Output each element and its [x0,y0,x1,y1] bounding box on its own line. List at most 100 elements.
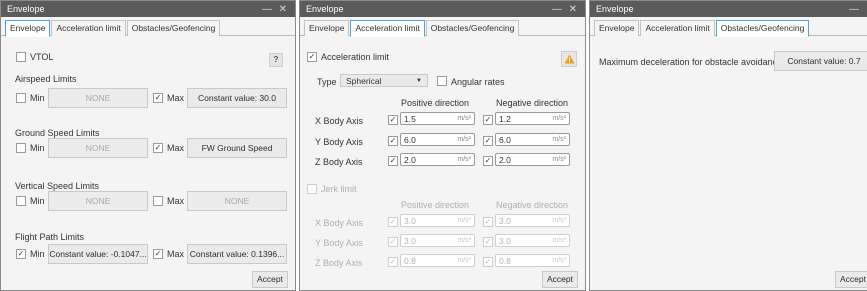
unit-label: m/s³ [457,257,471,264]
type-dropdown[interactable]: Spherical ▼ [340,74,428,87]
max-deceleration-value-button[interactable]: Constant value: 0.7 [774,51,867,71]
y-body-axis-label: Y Body Axis [315,137,363,147]
airspeed-max-label: Max [167,93,185,103]
tab-obstacles-geofencing[interactable]: Obstacles/Geofencing [425,20,520,36]
z-pos-input[interactable]: 2.0 m/s² [400,153,475,166]
warning-icon [564,54,574,64]
vertical-speed-min-value-button[interactable]: NONE [48,191,148,211]
y-pos-input[interactable]: 6.0 m/s² [400,133,475,146]
z-pos-value: 2.0 [404,154,416,165]
jerk-y-pos-value: 3.0 [404,235,416,246]
z-neg-input[interactable]: 2.0 m/s² [495,153,570,166]
airspeed-min-value-button[interactable]: NONE [48,88,148,108]
flight-path-min-value-button[interactable]: Constant value: -0.1047... [48,244,148,264]
airspeed-max-checkbox[interactable]: ✓ [153,93,163,103]
acceleration-limit-checkbox[interactable]: ✓ [307,52,317,62]
ground-speed-max-checkbox[interactable]: ✓ [153,143,163,153]
jerk-z-pos-input[interactable]: 0.8 m/s³ [400,254,475,267]
z-pos-checkbox[interactable]: ✓ [388,156,398,166]
jerk-z-neg-input[interactable]: 0.8 m/s³ [495,254,570,267]
positive-direction-header: Positive direction [401,98,470,108]
jerk-y-neg-input[interactable]: 3.0 m/s³ [495,234,570,247]
check-icon: ✓ [154,93,162,102]
accept-button[interactable]: Accept [542,271,578,288]
vertical-speed-limits-title: Vertical Speed Limits [15,181,100,191]
window-controls[interactable]: — ✕ [262,4,289,15]
unit-label: m/s² [552,156,566,163]
tab-acceleration-limit[interactable]: Acceleration limit [350,20,425,37]
tab-acceleration-limit[interactable]: Acceleration limit [640,20,715,36]
chevron-down-icon: ▼ [416,77,422,84]
jerk-z-neg-checkbox[interactable]: ✓ [483,257,493,267]
jerk-y-neg-checkbox[interactable]: ✓ [483,237,493,247]
unit-label: m/s³ [552,217,566,224]
ground-speed-max-value-button[interactable]: FW Ground Speed [187,138,287,158]
airspeed-max-value-button[interactable]: Constant value: 30.0 [187,88,287,108]
unit-label: m/s³ [457,237,471,244]
flight-path-min-checkbox[interactable]: ✓ [16,249,26,259]
jerk-x-pos-checkbox[interactable]: ✓ [388,217,398,227]
airspeed-min-label: Min [30,93,45,103]
title-bar: Envelope — ✕ [300,1,585,17]
vtol-label: VTOL [30,52,54,62]
window-controls[interactable]: — [849,4,861,15]
jerk-x-neg-checkbox[interactable]: ✓ [483,217,493,227]
envelope-window: Envelope — ✕ Envelope Acceleration limit… [0,0,296,291]
x-neg-checkbox[interactable]: ✓ [483,115,493,125]
flight-path-min-label: Min [30,249,45,259]
y-neg-checkbox[interactable]: ✓ [483,136,493,146]
jerk-limit-checkbox[interactable] [307,184,317,194]
ground-speed-min-checkbox[interactable] [16,143,26,153]
tab-bar: Envelope Acceleration limit Obstacles/Ge… [300,17,585,37]
x-pos-input[interactable]: 1.5 m/s² [400,112,475,125]
tab-envelope[interactable]: Envelope [594,20,640,36]
check-icon: ✓ [484,217,492,226]
jerk-y-neg-value: 3.0 [499,235,511,246]
check-icon: ✓ [484,156,492,165]
jerk-z-pos-value: 0.8 [404,255,416,266]
vtol-checkbox[interactable] [16,52,26,62]
window-controls[interactable]: — ✕ [552,4,579,15]
y-pos-checkbox[interactable]: ✓ [388,136,398,146]
jerk-y-pos-checkbox[interactable]: ✓ [388,237,398,247]
negative-direction-header: Negative direction [496,98,569,108]
flight-path-max-checkbox[interactable]: ✓ [153,249,163,259]
airspeed-min-checkbox[interactable] [16,93,26,103]
tab-acceleration-limit[interactable]: Acceleration limit [51,20,126,36]
ground-speed-min-value-button[interactable]: NONE [48,138,148,158]
tab-obstacles-geofencing[interactable]: Obstacles/Geofencing [126,20,221,36]
vertical-speed-max-value-button[interactable]: NONE [187,191,287,211]
z-neg-checkbox[interactable]: ✓ [483,156,493,166]
jerk-x-neg-value: 3.0 [499,215,511,226]
flight-path-max-value-button[interactable]: Constant value: 0.1396... [187,244,287,264]
y-neg-input[interactable]: 6.0 m/s² [495,133,570,146]
flight-path-max-label: Max [167,249,185,259]
jerk-z-neg-value: 0.8 [499,255,511,266]
jerk-z-body-axis-label: Z Body Axis [315,258,363,268]
window-title: Envelope [7,4,45,14]
jerk-z-pos-checkbox[interactable]: ✓ [388,257,398,267]
title-bar: Envelope — ✕ [1,1,295,17]
x-neg-input[interactable]: 1.2 m/s² [495,112,570,125]
jerk-x-pos-input[interactable]: 3.0 m/s³ [400,214,475,227]
jerk-y-pos-input[interactable]: 3.0 m/s³ [400,234,475,247]
accept-button[interactable]: Accept [252,271,288,288]
z-body-axis-label: Z Body Axis [315,157,363,167]
jerk-x-neg-input[interactable]: 3.0 m/s³ [495,214,570,227]
x-pos-checkbox[interactable]: ✓ [388,115,398,125]
jerk-positive-direction-header: Positive direction [401,200,470,210]
accept-button[interactable]: Accept [835,271,867,288]
tab-envelope[interactable]: Envelope [304,20,350,36]
warning-button[interactable] [561,51,577,67]
acceleration-limit-label: Acceleration limit [321,52,390,62]
type-dropdown-value: Spherical [346,75,382,86]
vertical-speed-min-checkbox[interactable] [16,196,26,206]
angular-rates-checkbox[interactable] [437,76,447,86]
help-button[interactable]: ? [269,53,283,67]
vertical-speed-max-checkbox[interactable] [153,196,163,206]
y-neg-value: 6.0 [499,134,511,145]
unit-label: m/s² [457,136,471,143]
tab-envelope[interactable]: Envelope [5,20,51,37]
tab-obstacles-geofencing[interactable]: Obstacles/Geofencing [715,20,810,37]
acceleration-window: Envelope — ✕ Envelope Acceleration limit… [299,0,586,291]
